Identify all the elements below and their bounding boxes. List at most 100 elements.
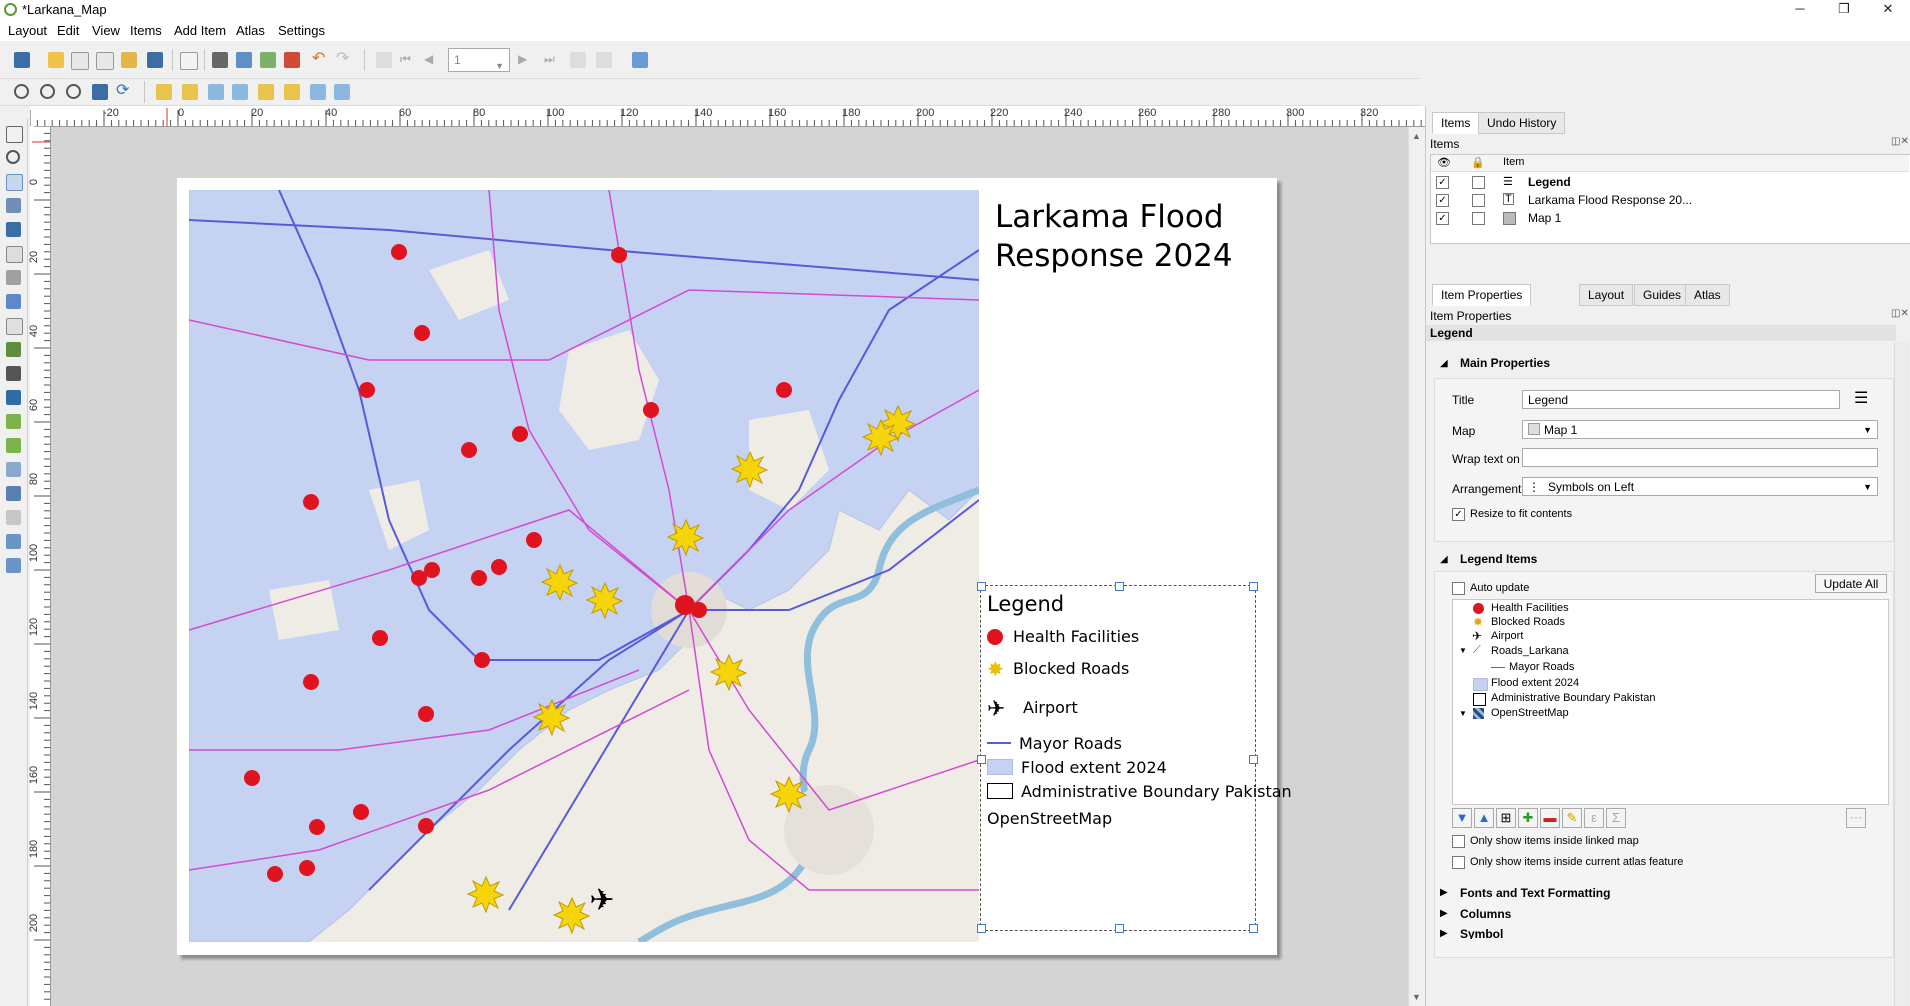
float-close-icons[interactable]: ◫✕ <box>1891 136 1909 147</box>
refresh-icon[interactable]: ⟳ <box>116 83 132 100</box>
expression-icon[interactable]: ☰ <box>1854 388 1868 408</box>
legend-tree-item[interactable]: Blocked Roads <box>1491 616 1565 628</box>
zoom-tool-icon[interactable] <box>6 150 20 164</box>
atlas-preview-icon[interactable] <box>376 52 392 68</box>
items-row-title[interactable]: Larkama Flood Response 20... <box>1528 193 1692 207</box>
tab-layout[interactable]: Layout <box>1579 284 1634 306</box>
visible-checkbox[interactable]: ✓ <box>1436 176 1449 189</box>
legend-tree-item[interactable]: Flood extent 2024 <box>1491 677 1579 689</box>
fonts-section[interactable]: Fonts and Text Formatting <box>1460 886 1610 900</box>
tab-undo-history[interactable]: Undo History <box>1478 112 1566 134</box>
columns-section[interactable]: Columns <box>1460 907 1511 921</box>
menu-settings[interactable]: Settings <box>278 23 325 38</box>
resize-handle[interactable] <box>1115 582 1124 591</box>
edit-nodes-icon[interactable] <box>6 222 21 237</box>
visible-checkbox[interactable]: ✓ <box>1436 212 1449 225</box>
add-scale-bar-icon[interactable] <box>6 366 21 381</box>
move-content-icon[interactable] <box>6 198 21 213</box>
lock-items-icon[interactable] <box>208 84 224 100</box>
resize-handle[interactable] <box>977 755 986 764</box>
zoom-100-icon[interactable] <box>66 84 81 99</box>
move-up-icon[interactable]: ▲ <box>1474 808 1494 828</box>
add-arrow-icon[interactable] <box>6 462 21 477</box>
symbol-section[interactable]: Symbol <box>1460 927 1503 939</box>
tab-atlas[interactable]: Atlas <box>1685 284 1730 306</box>
legend-tree-item[interactable]: OpenStreetMap <box>1491 707 1569 719</box>
minimize-button[interactable]: ─ <box>1778 0 1822 20</box>
first-feature-icon[interactable]: ⏮ <box>400 52 416 68</box>
resize-handle[interactable] <box>1249 755 1258 764</box>
menu-add-item[interactable]: Add Item <box>174 23 226 38</box>
collapse-arrow-icon[interactable]: ▼ <box>1459 646 1467 655</box>
canvas-vertical-scrollbar[interactable]: ▲ ▼ <box>1408 127 1426 1006</box>
collapse-arrow-icon[interactable]: ▼ <box>1459 709 1467 718</box>
zoom-in-icon[interactable] <box>14 84 29 99</box>
legend-items-section[interactable]: Legend Items <box>1460 552 1537 566</box>
atlas-settings-icon[interactable] <box>632 52 648 68</box>
add-marker-icon[interactable] <box>6 438 21 453</box>
add-picture-icon[interactable] <box>6 294 21 309</box>
items-row-legend[interactable]: Legend <box>1528 175 1571 189</box>
close-button[interactable]: ✕ <box>1866 0 1910 20</box>
visible-checkbox[interactable]: ✓ <box>1436 194 1449 207</box>
resize-handle[interactable] <box>1249 924 1258 933</box>
zoom-out-icon[interactable] <box>40 84 55 99</box>
legend-tree-item[interactable]: Administrative Boundary Pakistan <box>1491 692 1655 704</box>
resize-handle[interactable] <box>1115 924 1124 933</box>
export-svg-icon[interactable] <box>260 52 276 68</box>
add-html-icon[interactable] <box>6 510 21 525</box>
print-icon[interactable] <box>212 52 228 68</box>
save-template-icon[interactable] <box>147 52 163 68</box>
resize-handle[interactable] <box>1249 582 1258 591</box>
select-move-icon[interactable] <box>6 174 23 191</box>
legend-tree-item[interactable]: Health Facilities <box>1491 602 1569 614</box>
add-group-icon[interactable]: ⊞ <box>1496 808 1516 828</box>
add-legend-icon[interactable] <box>6 342 21 357</box>
resize-to-fit-checkbox[interactable]: ✓ <box>1452 508 1465 521</box>
atlas-page-input[interactable]: 1 ▼ <box>448 48 510 72</box>
legend-tree-item[interactable]: Mayor Roads <box>1509 661 1574 673</box>
resize-handle[interactable] <box>977 924 986 933</box>
export-pdf-icon[interactable] <box>284 52 300 68</box>
layout-title-label[interactable]: Larkama Flood Response 2024 <box>995 198 1233 276</box>
update-all-button[interactable]: Update All <box>1815 574 1887 593</box>
resize-items-icon[interactable] <box>334 84 350 100</box>
items-row-map[interactable]: Map 1 <box>1528 211 1561 225</box>
export-image-icon[interactable] <box>236 52 252 68</box>
edit-item-icon[interactable]: ✎ <box>1562 808 1582 828</box>
arrangement-select[interactable]: ⋮ Symbols on Left ▼ <box>1522 477 1878 496</box>
filter-icon[interactable]: ⋯ <box>1846 808 1866 828</box>
new-page-icon[interactable] <box>180 52 198 70</box>
add-label-icon[interactable] <box>6 318 23 335</box>
sum-item-icon[interactable]: Σ <box>1606 808 1626 828</box>
save-icon[interactable] <box>14 52 30 68</box>
layout-manager-icon[interactable] <box>96 52 114 70</box>
redo-icon[interactable]: ↷ <box>336 51 352 68</box>
wrap-text-input[interactable] <box>1522 448 1878 467</box>
menu-atlas[interactable]: Atlas <box>236 23 265 38</box>
new-layout-icon[interactable] <box>48 52 64 68</box>
main-properties-section[interactable]: Main Properties <box>1460 356 1550 370</box>
atlas-print-icon[interactable] <box>570 52 586 68</box>
add-item-icon[interactable]: ✚ <box>1518 808 1538 828</box>
previous-feature-icon[interactable]: ◀ <box>424 52 440 68</box>
zoom-full-icon[interactable] <box>92 84 108 100</box>
undo-icon[interactable]: ↶ <box>312 51 328 68</box>
auto-update-checkbox[interactable] <box>1452 582 1465 595</box>
tab-items[interactable]: Items <box>1432 112 1480 134</box>
float-close-icons[interactable]: ◫✕ <box>1891 308 1909 319</box>
menu-view[interactable]: View <box>92 23 120 38</box>
menu-items[interactable]: Items <box>130 23 162 38</box>
resize-handle[interactable] <box>977 582 986 591</box>
pan-icon[interactable] <box>6 126 23 143</box>
restore-button[interactable]: ❐ <box>1822 0 1866 20</box>
open-template-icon[interactable] <box>121 52 137 68</box>
distribute-items-icon[interactable] <box>310 84 326 100</box>
next-feature-icon[interactable]: ▶ <box>518 52 534 68</box>
duplicate-layout-icon[interactable] <box>71 52 89 70</box>
expression-item-icon[interactable]: ε <box>1584 808 1604 828</box>
last-feature-icon[interactable]: ⏭ <box>544 52 560 68</box>
legend-tree-item[interactable]: Roads_Larkana <box>1491 645 1569 657</box>
tab-guides[interactable]: Guides <box>1634 284 1691 306</box>
linked-map-checkbox[interactable] <box>1452 835 1465 848</box>
